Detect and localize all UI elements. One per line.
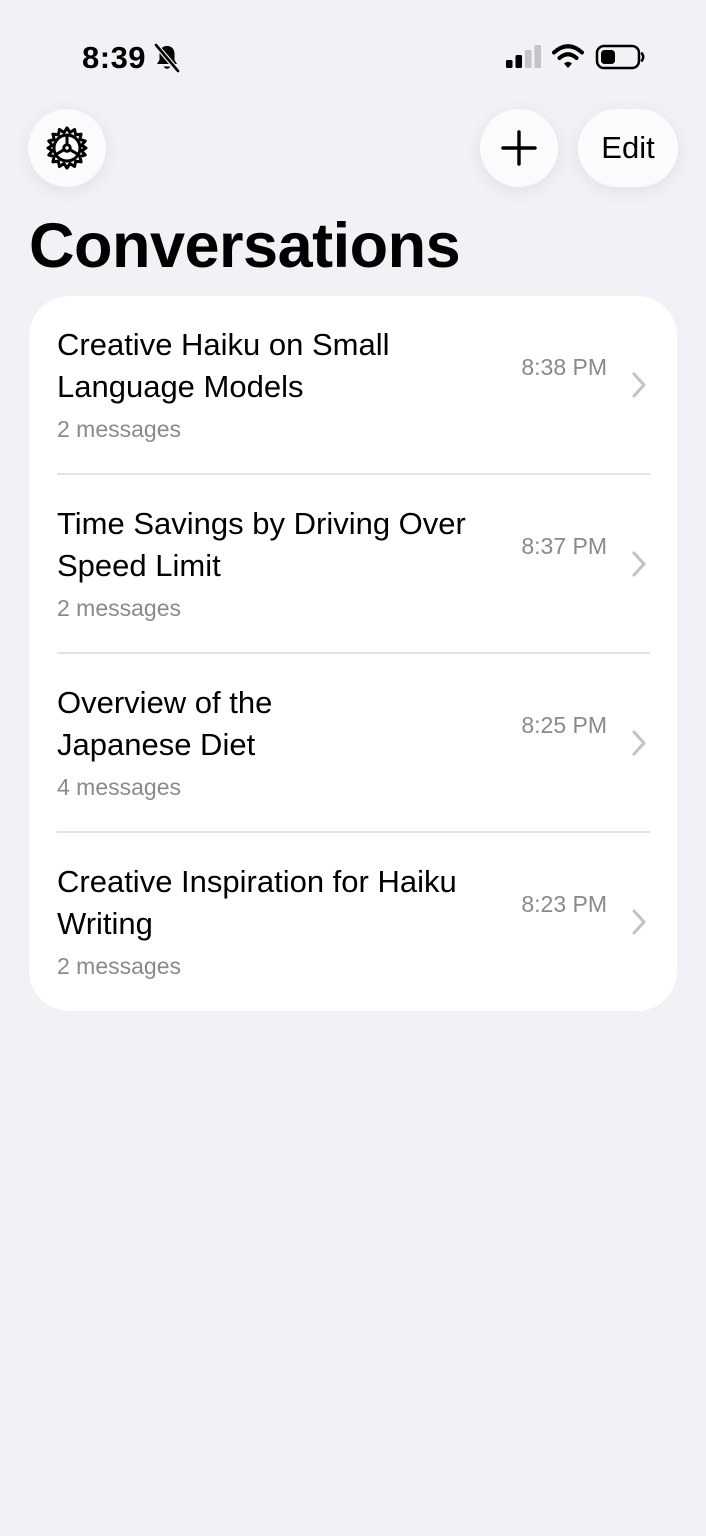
chevron-right-icon bbox=[632, 372, 646, 398]
conversation-row[interactable]: Creative Haiku on Small Language Models … bbox=[29, 296, 677, 475]
conversation-message-count: 4 messages bbox=[57, 774, 182, 800]
conversation-time: 8:23 PM bbox=[521, 891, 607, 917]
conversation-message-count: 2 messages bbox=[57, 595, 182, 621]
conversation-list: Creative Haiku on Small Language Models … bbox=[29, 296, 677, 1011]
edit-button[interactable]: Edit bbox=[578, 109, 678, 187]
screen: 8:39 Edit Conversations Creative Haiku o… bbox=[0, 0, 706, 1536]
new-conversation-button[interactable] bbox=[480, 109, 558, 187]
cellular-signal-icon bbox=[506, 45, 541, 68]
plus-icon bbox=[501, 130, 537, 166]
conversation-title: Time Savings by Driving Over Speed Limit bbox=[57, 506, 466, 583]
conversation-title: Creative Inspiration for Haiku Writing bbox=[57, 864, 457, 941]
gear-icon bbox=[46, 126, 88, 170]
bell-slash-icon bbox=[154, 43, 180, 73]
conversation-row[interactable]: Creative Inspiration for Haiku Writing 2… bbox=[29, 833, 677, 1011]
chevron-right-icon bbox=[632, 551, 646, 577]
page-title: Conversations bbox=[29, 211, 461, 281]
conversation-time: 8:25 PM bbox=[521, 712, 607, 738]
conversation-row[interactable]: Overview of the Japanese Diet 4 messages… bbox=[29, 654, 677, 833]
settings-button[interactable] bbox=[28, 109, 106, 187]
status-time: 8:39 bbox=[82, 40, 147, 75]
battery-icon bbox=[595, 44, 645, 70]
wifi-icon bbox=[552, 44, 584, 68]
conversation-time: 8:38 PM bbox=[521, 354, 607, 380]
conversation-message-count: 2 messages bbox=[57, 416, 182, 442]
conversation-message-count: 2 messages bbox=[57, 953, 182, 979]
conversation-row[interactable]: Time Savings by Driving Over Speed Limit… bbox=[29, 475, 677, 654]
conversation-title: Creative Haiku on Small Language Models bbox=[57, 327, 390, 404]
chevron-right-icon bbox=[632, 909, 646, 935]
conversation-time: 8:37 PM bbox=[521, 533, 607, 559]
conversation-title: Overview of the Japanese Diet bbox=[57, 685, 273, 762]
chevron-right-icon bbox=[632, 730, 646, 756]
